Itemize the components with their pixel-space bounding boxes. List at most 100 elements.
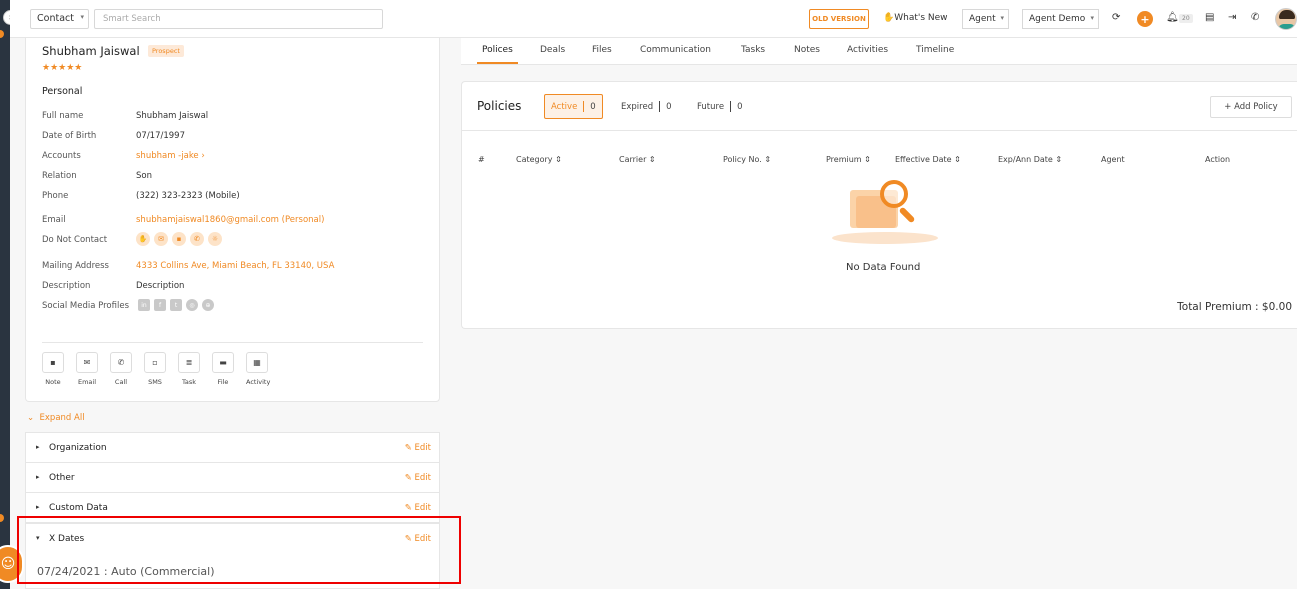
rail-indicator bbox=[0, 30, 4, 38]
action-label: Note bbox=[45, 378, 61, 386]
phone-icon: ✆ bbox=[110, 352, 132, 373]
sms-action[interactable]: ▫ SMS bbox=[144, 352, 166, 386]
caret-right-icon: ▸ bbox=[36, 473, 40, 481]
accordion-title: Custom Data bbox=[49, 503, 108, 513]
field-value: Shubham Jaiswal bbox=[136, 111, 209, 121]
status-filter-active[interactable]: Active 0 bbox=[544, 94, 603, 119]
status-label: Expired bbox=[621, 101, 654, 112]
tab-deals[interactable]: Deals bbox=[540, 45, 565, 55]
empty-state-text: No Data Found bbox=[846, 262, 921, 273]
field-label: Full name bbox=[42, 111, 84, 121]
action-label: File bbox=[217, 378, 229, 386]
logout-icon[interactable]: ⇥ bbox=[1228, 12, 1236, 23]
action-label: Email bbox=[77, 378, 97, 386]
instagram-icon[interactable]: ◎ bbox=[186, 299, 198, 311]
pencil-icon: ✎ bbox=[404, 473, 412, 483]
phone-icon[interactable]: ✆ bbox=[1251, 12, 1259, 23]
status-filter-expired[interactable]: Expired 0 bbox=[615, 94, 678, 119]
email-link[interactable]: shubhamjaiswal1860@gmail.com (Personal) bbox=[136, 215, 324, 225]
status-badge: Prospect bbox=[148, 45, 184, 57]
call-action[interactable]: ✆ Call bbox=[110, 352, 132, 386]
note-action[interactable]: ▪ Note bbox=[42, 352, 64, 386]
column-header-action: Action bbox=[1205, 155, 1231, 164]
smart-search-input[interactable]: Smart Search bbox=[94, 9, 383, 29]
email-action[interactable]: ✉ Email bbox=[76, 352, 98, 386]
task-action[interactable]: ≣ Task bbox=[178, 352, 200, 386]
expand-all-button[interactable]: ⌄ Expand All bbox=[27, 413, 85, 423]
folder-icon: ▬ bbox=[212, 352, 234, 373]
address-link[interactable]: 4333 Collins Ave, Miami Beach, FL 33140,… bbox=[136, 261, 334, 271]
phone-icon[interactable]: ✆ bbox=[190, 232, 204, 246]
edit-button[interactable]: ✎ Edit bbox=[405, 473, 431, 483]
expand-all-label: Expand All bbox=[39, 413, 85, 423]
agent-demo-select[interactable]: Agent Demo ▾ bbox=[1022, 9, 1099, 29]
do-not-contact-icons: ✋ ✉ ▪ ✆ ☼ bbox=[136, 232, 222, 246]
bell-icon[interactable]: 🔔︎ bbox=[1166, 12, 1179, 23]
caret-right-icon: ▸ bbox=[36, 443, 40, 451]
edit-button[interactable]: ✎ Edit bbox=[405, 443, 431, 453]
user-avatar[interactable] bbox=[1275, 8, 1297, 30]
rating-stars[interactable]: ★★★★★ bbox=[42, 63, 82, 73]
field-label: Social Media Profiles bbox=[42, 301, 129, 311]
social-icons: in f t ◎ ⊕ bbox=[138, 299, 214, 311]
field-label: Do Not Contact bbox=[42, 235, 108, 245]
facebook-icon[interactable]: f bbox=[154, 299, 166, 311]
accordion-title: Other bbox=[49, 473, 75, 483]
column-header-policy-no[interactable]: Policy No. ⇕ bbox=[723, 155, 771, 164]
status-count: 0 bbox=[737, 101, 743, 112]
linkedin-icon[interactable]: in bbox=[138, 299, 150, 311]
tab-timeline[interactable]: Timeline bbox=[916, 45, 954, 55]
column-header-agent: Agent bbox=[1101, 155, 1125, 164]
tab-polices[interactable]: Polices bbox=[482, 45, 513, 55]
column-header-exp-date[interactable]: Exp/Ann Date ⇕ bbox=[998, 155, 1062, 164]
pencil-icon: ✎ bbox=[404, 443, 412, 453]
detail-tabs: Polices Deals Files Communication Tasks … bbox=[461, 38, 1297, 65]
rail-indicator bbox=[0, 514, 4, 522]
tab-communication[interactable]: Communication bbox=[640, 45, 711, 55]
column-header-category[interactable]: Category ⇕ bbox=[516, 155, 562, 164]
contact-type-value: Contact bbox=[37, 13, 74, 24]
sun-icon[interactable]: ☼ bbox=[208, 232, 222, 246]
agent-select[interactable]: Agent ▾ bbox=[962, 9, 1009, 29]
refresh-icon[interactable]: ⟳ bbox=[1112, 12, 1120, 23]
tab-tasks[interactable]: Tasks bbox=[741, 45, 765, 55]
field-value: Son bbox=[136, 171, 152, 181]
status-count: 0 bbox=[590, 101, 596, 112]
globe-icon[interactable]: ⊕ bbox=[202, 299, 214, 311]
add-policy-button[interactable]: + Add Policy bbox=[1210, 96, 1292, 118]
tab-files[interactable]: Files bbox=[592, 45, 612, 55]
old-version-button[interactable]: OLD VERSION bbox=[809, 9, 869, 29]
chevron-down-icon: ▾ bbox=[80, 13, 84, 21]
chat-icon[interactable]: ▤ bbox=[1205, 12, 1214, 23]
action-label: Call bbox=[114, 378, 128, 386]
twitter-icon[interactable]: t bbox=[170, 299, 182, 311]
accounts-link[interactable]: shubham -jake › bbox=[136, 151, 205, 161]
column-header-carrier[interactable]: Carrier ⇕ bbox=[619, 155, 656, 164]
calendar-icon: ▦ bbox=[246, 352, 268, 373]
pencil-icon: ✎ bbox=[404, 503, 412, 513]
column-header-effective-date[interactable]: Effective Date ⇕ bbox=[895, 155, 961, 164]
field-label: Date of Birth bbox=[42, 131, 97, 141]
contact-type-select[interactable]: Contact ▾ bbox=[30, 9, 89, 29]
thumb-icon[interactable]: ✋ bbox=[136, 232, 150, 246]
mail-icon[interactable]: ✉ bbox=[154, 232, 168, 246]
accordion-organization[interactable]: ▸ Organization ✎ Edit bbox=[25, 432, 440, 463]
task-icon: ≣ bbox=[178, 352, 200, 373]
whats-new-link[interactable]: ✋What's New bbox=[883, 13, 948, 23]
edit-label: Edit bbox=[414, 503, 431, 513]
file-action[interactable]: ▬ File bbox=[212, 352, 234, 386]
message-icon[interactable]: ▪ bbox=[172, 232, 186, 246]
column-header-premium[interactable]: Premium ⇕ bbox=[826, 155, 871, 164]
add-new-button[interactable]: + bbox=[1137, 11, 1153, 27]
tab-activities[interactable]: Activities bbox=[847, 45, 888, 55]
left-rail bbox=[0, 0, 10, 589]
activity-action[interactable]: ▦ Activity bbox=[246, 352, 270, 386]
tab-notes[interactable]: Notes bbox=[794, 45, 820, 55]
whats-new-label: What's New bbox=[894, 13, 948, 23]
accordion-other[interactable]: ▸ Other ✎ Edit bbox=[25, 462, 440, 493]
empty-folder-icon bbox=[832, 180, 938, 244]
contact-name: Shubham Jaiswal bbox=[42, 44, 140, 58]
edit-button[interactable]: ✎ Edit bbox=[405, 503, 431, 513]
field-label: Relation bbox=[42, 171, 77, 181]
status-filter-future[interactable]: Future 0 bbox=[691, 94, 749, 119]
